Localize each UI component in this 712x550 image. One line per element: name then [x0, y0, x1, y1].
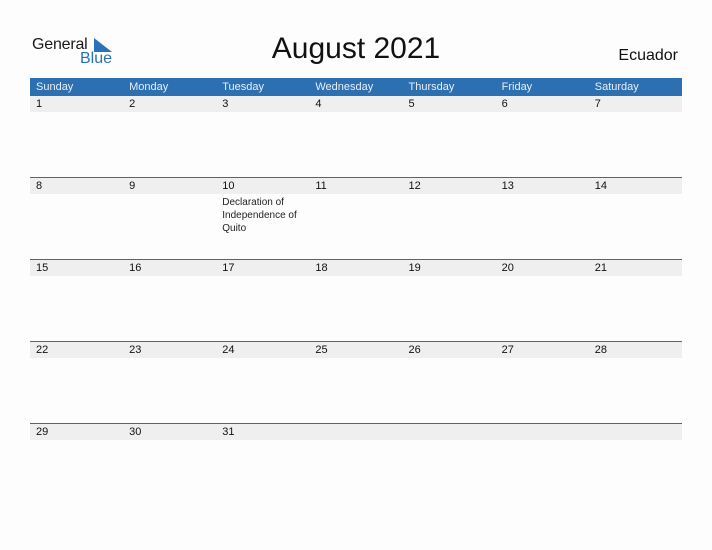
- day-number: 22: [36, 344, 49, 356]
- day-event: [216, 276, 309, 278]
- day-event: [123, 440, 216, 442]
- day-number: [403, 424, 496, 440]
- day-event: [309, 358, 402, 360]
- day-event: [403, 358, 496, 360]
- day-event: [403, 112, 496, 114]
- weekday-wednesday: Wednesday: [315, 81, 374, 93]
- day-event: [496, 358, 589, 360]
- events-row: Declaration of Independence of Quito: [30, 194, 682, 235]
- day-event: [30, 194, 123, 235]
- day-event: [30, 276, 123, 278]
- day-number: 4: [315, 98, 322, 110]
- day-number: 27: [501, 344, 514, 356]
- events-row: [30, 276, 682, 278]
- day-event: [123, 276, 216, 278]
- day-number: 19: [408, 262, 421, 274]
- weekday-friday: Friday: [501, 81, 533, 93]
- day-event: [496, 112, 589, 114]
- day-number: 25: [315, 344, 328, 356]
- country-label: Ecuador: [618, 47, 678, 64]
- events-row: [30, 112, 682, 114]
- day-event: [589, 276, 682, 278]
- day-number: 29: [36, 426, 49, 438]
- day-event: [589, 440, 682, 442]
- day-number: 1: [36, 98, 43, 110]
- day-number: [496, 424, 589, 440]
- day-number: 6: [501, 98, 508, 110]
- day-number: 31: [222, 426, 235, 438]
- day-event: [30, 112, 123, 114]
- day-number: 13: [501, 180, 514, 192]
- day-number: 11: [315, 180, 327, 192]
- day-number: 10: [222, 180, 235, 192]
- day-number: 8: [36, 180, 43, 192]
- day-number: 16: [129, 262, 142, 274]
- date-strip: 8 9 10 11 12 13 14: [30, 178, 682, 194]
- weekday-thursday: Thursday: [408, 81, 455, 93]
- day-number: [589, 424, 682, 440]
- week-row: 29 30 31: [30, 423, 682, 505]
- day-event: [309, 194, 402, 235]
- day-event: [123, 194, 216, 235]
- day-number: 21: [594, 262, 607, 274]
- day-event: [309, 440, 402, 442]
- day-number: 5: [408, 98, 415, 110]
- day-number: 26: [408, 344, 421, 356]
- day-number: 17: [222, 262, 235, 274]
- day-number: 7: [594, 98, 601, 110]
- day-number: 23: [129, 344, 142, 356]
- day-event: [403, 276, 496, 278]
- day-number: 2: [129, 98, 136, 110]
- day-number: 20: [501, 262, 514, 274]
- day-number: 12: [408, 180, 421, 192]
- calendar-grid: Sunday Monday Tuesday Wednesday Thursday…: [30, 78, 682, 505]
- day-event: [30, 358, 123, 360]
- date-strip: 22 23 24 25 26 27 28: [30, 342, 682, 358]
- day-number: 14: [594, 180, 607, 192]
- week-row: 8 9 10 11 12 13 14 Declaration of Independence …: [30, 177, 682, 259]
- week-row: 22 23 24 25 26 27 28: [30, 341, 682, 423]
- calendar-title: August 2021: [271, 32, 441, 65]
- day-event: [216, 440, 309, 442]
- day-event: [216, 358, 309, 360]
- day-number: 9: [129, 180, 136, 192]
- day-event: [496, 194, 589, 235]
- day-event: [589, 112, 682, 114]
- day-event: [403, 440, 496, 442]
- week-row: 15 16 17 18 19 20 21: [30, 259, 682, 341]
- day-event: Declaration of Independence of Quito: [222, 197, 297, 234]
- day-event: [589, 194, 682, 235]
- day-number: 15: [36, 262, 49, 274]
- day-number: 3: [222, 98, 229, 110]
- day-event: [309, 112, 402, 114]
- day-event: [403, 194, 496, 235]
- day-event: [123, 112, 216, 114]
- day-event: [496, 440, 589, 442]
- day-event: [496, 276, 589, 278]
- day-number: 30: [129, 426, 142, 438]
- events-row: [30, 358, 682, 360]
- day-number: 28: [594, 344, 607, 356]
- weekday-tuesday: Tuesday: [222, 81, 265, 93]
- day-number: 18: [315, 262, 328, 274]
- day-number: [309, 424, 402, 440]
- weekday-saturday: Saturday: [594, 81, 639, 93]
- day-number: 24: [222, 344, 235, 356]
- week-row: 1 2 3 4 5 6 7: [30, 96, 682, 177]
- weekday-header: Sunday Monday Tuesday Wednesday Thursday…: [30, 78, 682, 96]
- day-event: [216, 112, 309, 114]
- weekday-sunday: Sunday: [36, 81, 74, 93]
- day-event: [123, 358, 216, 360]
- day-event: [30, 440, 123, 442]
- day-event: [309, 276, 402, 278]
- date-strip: 1 2 3 4 5 6 7: [30, 96, 682, 112]
- weekday-monday: Monday: [129, 81, 169, 93]
- events-row: [30, 440, 682, 442]
- date-strip: 15 16 17 18 19 20 21: [30, 260, 682, 276]
- date-strip: 29 30 31: [30, 424, 682, 440]
- day-event: [589, 358, 682, 360]
